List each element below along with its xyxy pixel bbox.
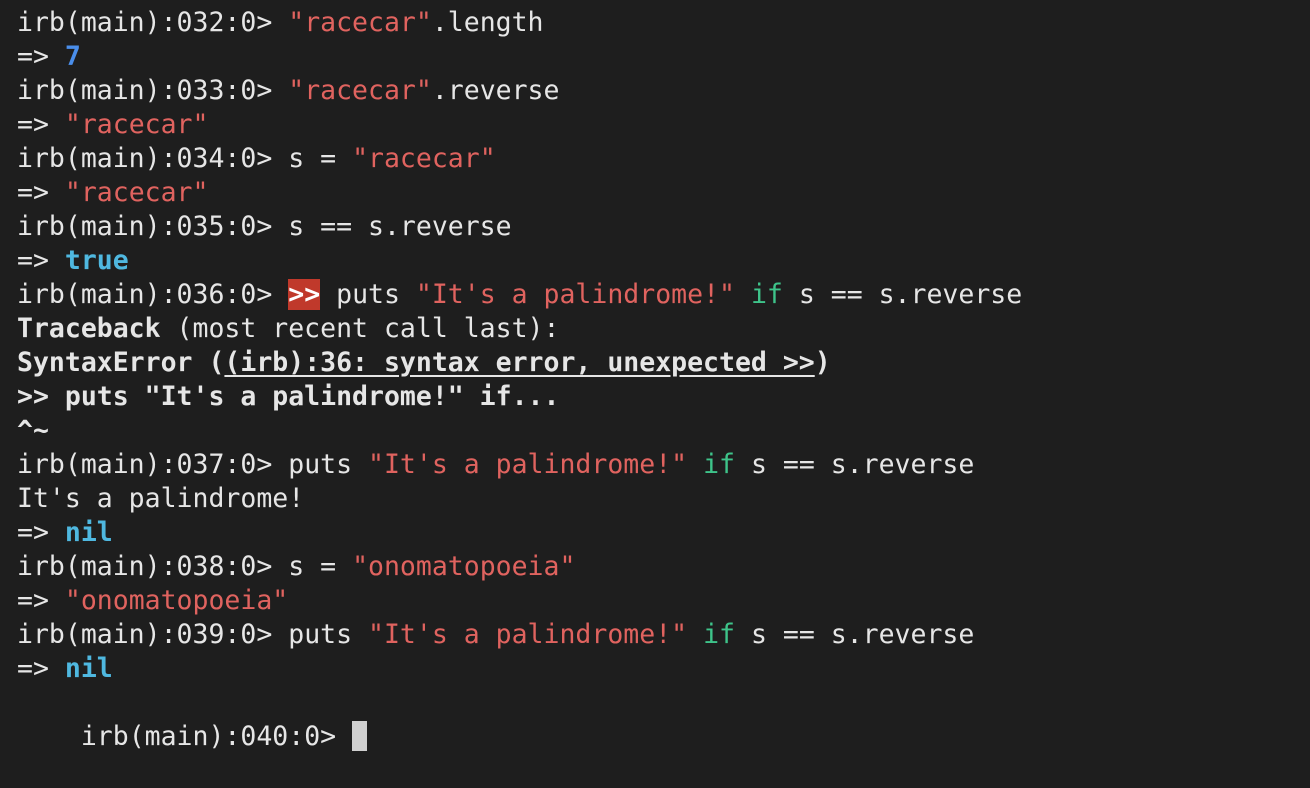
terminal-text-segment: SyntaxError ( — [17, 347, 225, 378]
terminal-text-segment: ^~ — [17, 415, 49, 446]
terminal-text-segment: if — [750, 279, 783, 310]
terminal-line: => nil — [17, 516, 1310, 550]
terminal-text-segment: .length — [431, 7, 544, 38]
terminal-text-segment: (most recent call last): — [160, 313, 560, 344]
terminal-line: ^~ — [17, 414, 1310, 448]
terminal-text-segment: s == s.reverse — [782, 279, 1023, 310]
terminal-text-segment: irb(main):032:0> — [17, 7, 289, 38]
terminal-text-segment: => — [17, 245, 65, 276]
terminal-window[interactable]: irb(main):032:0> "racecar".length => 7 irb… — [0, 0, 1310, 752]
terminal-line: It's a palindrome! — [17, 482, 1310, 516]
terminal-line: Traceback (most recent call last): — [17, 312, 1310, 346]
terminal-text-segment: s == s.reverse — [735, 449, 975, 480]
terminal-text-segment: irb(main):034:0> — [17, 143, 289, 174]
terminal-text-segment: puts — [288, 449, 369, 480]
terminal-text-segment: irb(main):035:0> — [17, 211, 289, 242]
terminal-text-segment: => — [17, 517, 65, 548]
terminal-text-segment: (irb):36: syntax error, unexpected >> — [224, 347, 815, 378]
terminal-text-segment: "It's a palindrome!" — [415, 279, 735, 310]
terminal-history: irb(main):032:0> "racecar".length => 7 irb… — [17, 6, 1310, 686]
terminal-text-segment: Traceback — [17, 313, 161, 344]
terminal-text-segment: irb(main):039:0> — [17, 619, 289, 650]
terminal-text-segment: irb(main):038:0> — [17, 551, 289, 582]
terminal-text-segment: true — [64, 245, 129, 276]
terminal-text-segment: "It's a palindrome!" — [368, 449, 688, 480]
terminal-text-segment: s = — [288, 551, 353, 582]
terminal-text-segment: if — [703, 449, 735, 480]
terminal-text-segment: s == s.reverse — [288, 211, 512, 242]
terminal-line: irb(main):036:0> >> puts "It's a palindr… — [17, 278, 1310, 312]
terminal-text-segment: "racecar" — [64, 177, 209, 208]
terminal-text-segment: ) — [814, 347, 831, 378]
terminal-line: >> puts "It's a palindrome!" if... — [17, 380, 1310, 414]
terminal-line: irb(main):034:0> s = "racecar" — [17, 142, 1310, 176]
terminal-text-segment: "onomatopoeia" — [64, 585, 289, 616]
terminal-text-segment: => — [17, 653, 65, 684]
terminal-text-segment: irb(main):033:0> — [17, 75, 289, 106]
terminal-text-segment: puts — [288, 619, 369, 650]
terminal-text-segment: "racecar" — [288, 7, 432, 38]
terminal-text-segment: "racecar" — [352, 143, 496, 174]
terminal-text-segment: s == s.reverse — [735, 619, 975, 650]
terminal-text-segment: .reverse — [431, 75, 560, 106]
terminal-text-segment: if — [703, 619, 735, 650]
text-cursor — [352, 721, 368, 751]
terminal-line: => nil — [17, 652, 1310, 686]
terminal-line: irb(main):033:0> "racecar".reverse — [17, 74, 1310, 108]
terminal-text-segment: "It's a palindrome!" — [368, 619, 688, 650]
terminal-line: => 7 — [17, 40, 1310, 74]
terminal-text-segment: => — [17, 585, 65, 616]
terminal-text-segment: irb(main):036:0> — [17, 279, 289, 310]
terminal-line: => true — [17, 244, 1310, 278]
terminal-line: irb(main):035:0> s == s.reverse — [17, 210, 1310, 244]
terminal-text-segment: => — [17, 41, 65, 72]
terminal-text-segment: s = — [288, 143, 353, 174]
terminal-text-segment: nil — [64, 653, 113, 684]
terminal-text-segment: >> puts "It's a palindrome!" if... — [17, 381, 560, 412]
terminal-text-segment: >> — [288, 279, 321, 310]
terminal-line: irb(main):037:0> puts "It's a palindrome… — [17, 448, 1310, 482]
terminal-text-segment: "onomatopoeia" — [352, 551, 576, 582]
terminal-text-segment: puts — [320, 279, 416, 310]
prompt-label: irb(main):040:0> — [80, 721, 353, 752]
terminal-text-segment: => — [17, 109, 65, 140]
terminal-text-segment: "racecar" — [288, 75, 432, 106]
terminal-line: => "onomatopoeia" — [17, 584, 1310, 618]
terminal-text-segment: => — [17, 177, 65, 208]
terminal-text-segment: 7 — [64, 41, 81, 72]
terminal-line: irb(main):038:0> s = "onomatopoeia" — [17, 550, 1310, 584]
terminal-line: => "racecar" — [17, 108, 1310, 142]
terminal-text-segment: "racecar" — [64, 109, 209, 140]
terminal-prompt-line[interactable]: irb(main):040:0> — [17, 686, 1310, 752]
terminal-text-segment: irb(main):037:0> — [17, 449, 289, 480]
terminal-line: irb(main):039:0> puts "It's a palindrome… — [17, 618, 1310, 652]
terminal-line: SyntaxError ((irb):36: syntax error, une… — [17, 346, 1310, 380]
terminal-text-segment: nil — [64, 517, 113, 548]
terminal-text-segment: It's a palindrome! — [17, 483, 305, 514]
terminal-line: irb(main):032:0> "racecar".length — [17, 6, 1310, 40]
terminal-line: => "racecar" — [17, 176, 1310, 210]
